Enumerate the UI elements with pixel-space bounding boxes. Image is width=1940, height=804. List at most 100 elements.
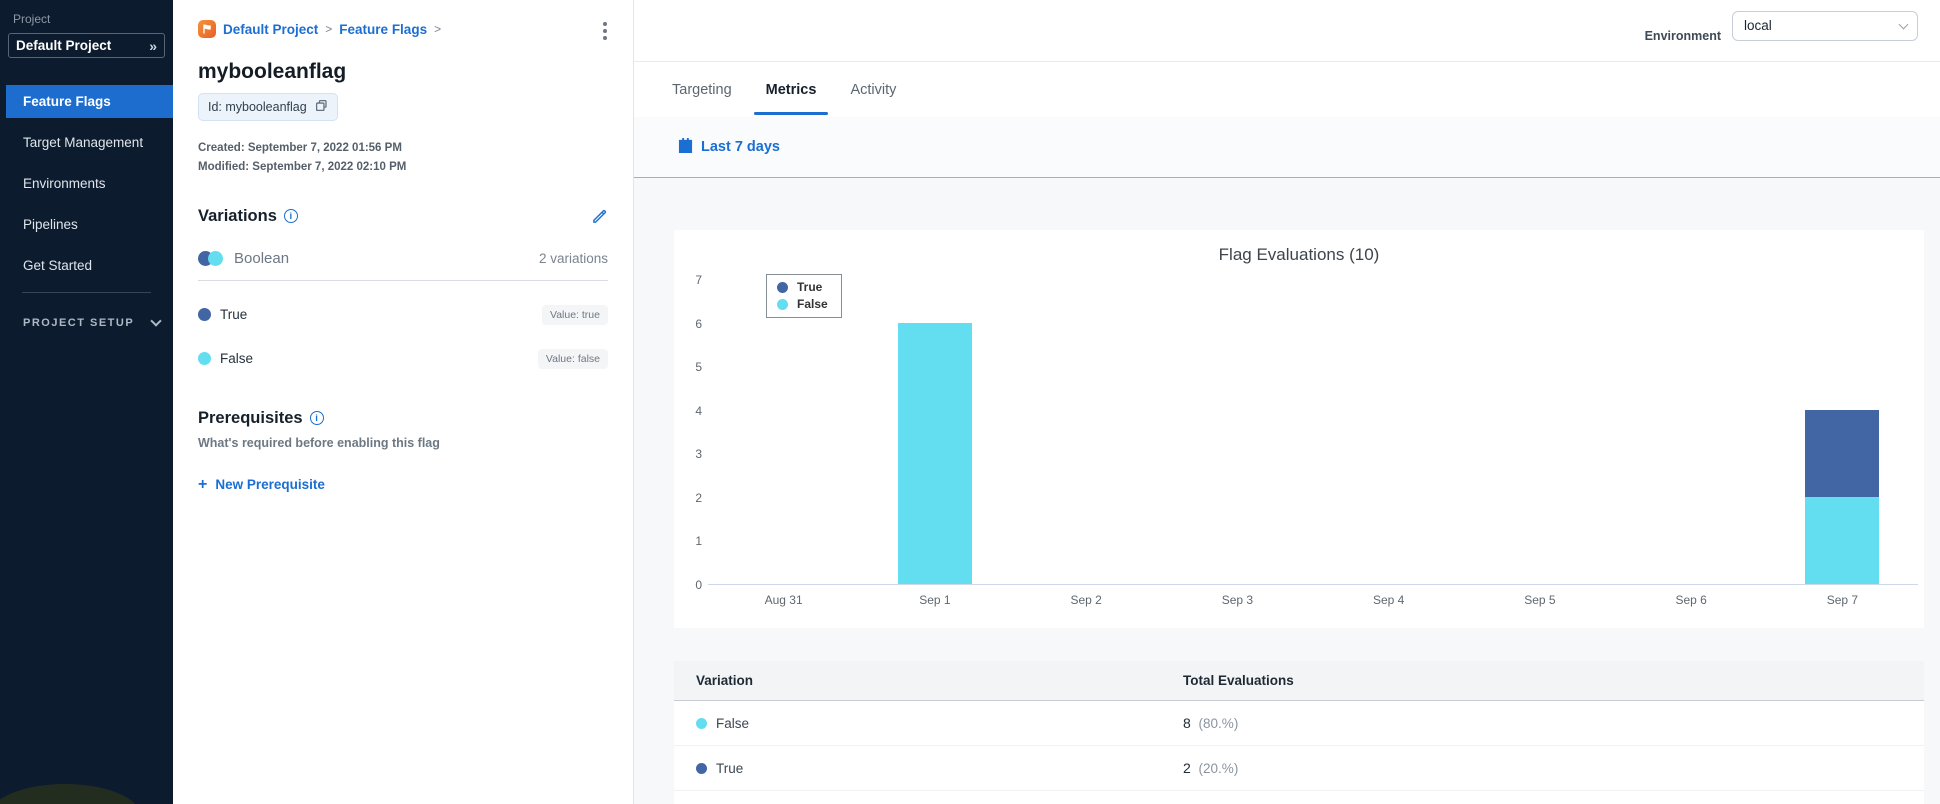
variation-name: True: [716, 760, 744, 776]
variation-row-false: False Value: false: [198, 348, 608, 369]
flag-title: mybooleanflag: [198, 60, 347, 83]
flag-modified: Modified: September 7, 2022 02:10 PM: [198, 160, 407, 173]
flag-id-chip[interactable]: Id: mybooleanflag: [198, 93, 338, 121]
date-range-band: Last 7 days: [634, 117, 1940, 178]
sidebar-item-feature-flags[interactable]: Feature Flags: [6, 85, 173, 118]
info-icon[interactable]: i: [309, 411, 324, 426]
sidebar-item-get-started[interactable]: Get Started: [0, 249, 173, 282]
legend-item-false: False: [777, 297, 828, 311]
breadcrumb-link-project[interactable]: Default Project: [223, 22, 318, 37]
sidebar-nav: Feature Flags Target Management Environmen…: [0, 85, 173, 282]
sidebar-divider: [22, 292, 151, 293]
bar-segment-false[interactable]: [1805, 496, 1880, 584]
evaluations-table-card: Variation Total Evaluations False 8 (80.%…: [674, 661, 1924, 804]
tab-metrics[interactable]: Metrics: [753, 65, 829, 115]
variations-heading-text: Variations: [198, 206, 277, 225]
new-prerequisite-button[interactable]: + New Prerequisite: [198, 476, 325, 494]
variation-name: False: [220, 351, 254, 367]
project-setup-label: PROJECT SETUP: [23, 317, 135, 329]
variation-value-chip: Value: true: [541, 304, 608, 325]
project-selector-value: Default Project: [16, 38, 112, 53]
y-axis-tick-label: 5: [695, 360, 702, 375]
total-percent: (80.%): [1194, 716, 1239, 731]
table-header-total-evaluations: Total Evaluations: [1183, 673, 1294, 688]
environment-bar: Environment local: [634, 0, 1940, 62]
project-label: Project: [13, 12, 51, 26]
variation-color-dot: [696, 762, 707, 774]
environment-label: Environment: [1644, 28, 1721, 43]
chart-title: Flag Evaluations (10): [1218, 245, 1380, 264]
variation-type-label: Boolean: [234, 249, 290, 267]
table-cell-total: 8 (80.%): [1183, 715, 1924, 731]
table-cell-variation: True: [674, 761, 1183, 776]
info-icon[interactable]: i: [283, 209, 298, 224]
x-axis-tick-label: Sep 4: [1372, 593, 1405, 607]
table-row-false: False 8 (80.%): [674, 701, 1924, 746]
double-chevron-right-icon: »: [149, 37, 157, 54]
table-header-variation: Variation: [696, 673, 754, 688]
y-axis-tick-label: 3: [695, 447, 702, 462]
legend-dot: [777, 281, 788, 293]
flag-detail-panel: Default Project > Feature Flags > mybool…: [173, 0, 634, 804]
plus-icon: +: [198, 475, 208, 493]
boolean-type-icon: [198, 250, 224, 266]
tab-bar: Targeting Metrics Activity: [634, 62, 1940, 117]
total-value: 8: [1183, 715, 1191, 731]
date-range-label: Last 7 days: [701, 139, 780, 155]
chart-category-slot: Sep 4: [1313, 280, 1464, 607]
date-range-button[interactable]: Last 7 days: [678, 137, 780, 157]
prerequisites-heading-text: Prerequisites: [198, 408, 303, 427]
sidebar-item-target-management[interactable]: Target Management: [0, 126, 173, 159]
copy-icon[interactable]: [315, 99, 328, 115]
chart-category-slot: Sep 6: [1616, 280, 1767, 607]
y-axis-tick-label: 1: [695, 534, 702, 549]
edit-variations-button[interactable]: [591, 208, 608, 225]
legend-dot: [777, 298, 788, 310]
variation-type-row: Boolean 2 variations: [198, 250, 608, 281]
variation-color-dot: [198, 352, 211, 366]
chart-category-slot: Aug 31: [708, 280, 859, 607]
project-selector[interactable]: Default Project »: [8, 33, 165, 58]
x-axis-tick-label: Sep 2: [1070, 593, 1102, 607]
flag-options-kebab-button[interactable]: [599, 18, 611, 44]
variation-count: 2 variations: [538, 250, 608, 266]
legend-item-true: True: [777, 280, 828, 294]
breadcrumb-separator: >: [325, 22, 333, 36]
flag-dates: Created: September 7, 2022 01:56 PM Modi…: [198, 139, 608, 177]
bar-segment-true[interactable]: [1805, 409, 1880, 497]
x-axis-tick-label: Sep 3: [1221, 593, 1254, 607]
chart-category-slot: Sep 1: [859, 280, 1010, 607]
sidebar-item-project-setup[interactable]: PROJECT SETUP: [23, 315, 173, 329]
chart-category-slot: Sep 2: [1011, 280, 1162, 607]
legend-label: True: [797, 280, 823, 294]
table-header-row: Variation Total Evaluations: [674, 661, 1924, 701]
chart-category-slot: Sep 3: [1162, 280, 1313, 607]
variation-row-true: True Value: true: [198, 304, 608, 325]
flag-id-text: Id: mybooleanflag: [208, 100, 307, 114]
chart-legend: True False: [766, 274, 842, 318]
chart-plot: True False 0 1 2 3 4 5 6 7 Aug 31 Sep 1 Sep 2 Sep 3 S…: [695, 273, 1918, 607]
environment-select-value: local: [1744, 18, 1772, 33]
total-value: 2: [1183, 760, 1191, 776]
sidebar-item-pipelines[interactable]: Pipelines: [0, 208, 173, 241]
prerequisites-description: What's required before enabling this fla…: [198, 435, 440, 450]
total-percent: (20.%): [1194, 761, 1239, 776]
bar-sep-1: [897, 322, 972, 584]
chart-category-slot: Sep 7: [1767, 280, 1918, 607]
sidebar-item-environments[interactable]: Environments: [0, 167, 173, 200]
calendar-icon: [678, 137, 693, 157]
tab-activity[interactable]: Activity: [848, 65, 898, 115]
y-axis-tick-label: 4: [695, 403, 702, 418]
bar-segment-false[interactable]: [897, 322, 972, 584]
breadcrumb-link-feature-flags[interactable]: Feature Flags: [339, 22, 427, 37]
bar-sep-7: [1805, 409, 1880, 584]
environment-select[interactable]: local: [1732, 10, 1918, 41]
table-body: False 8 (80.%) True 2 (20.%): [674, 701, 1924, 791]
main-content: Environment local Targeting Metrics Activi…: [634, 0, 1940, 804]
x-axis-tick-label: Sep 6: [1675, 593, 1707, 607]
variation-color-dot: [696, 717, 707, 729]
tab-targeting[interactable]: Targeting: [670, 65, 734, 115]
chevron-down-icon: [150, 315, 162, 327]
y-axis-tick-label: 0: [695, 578, 702, 592]
table-row-true: True 2 (20.%): [674, 746, 1924, 791]
